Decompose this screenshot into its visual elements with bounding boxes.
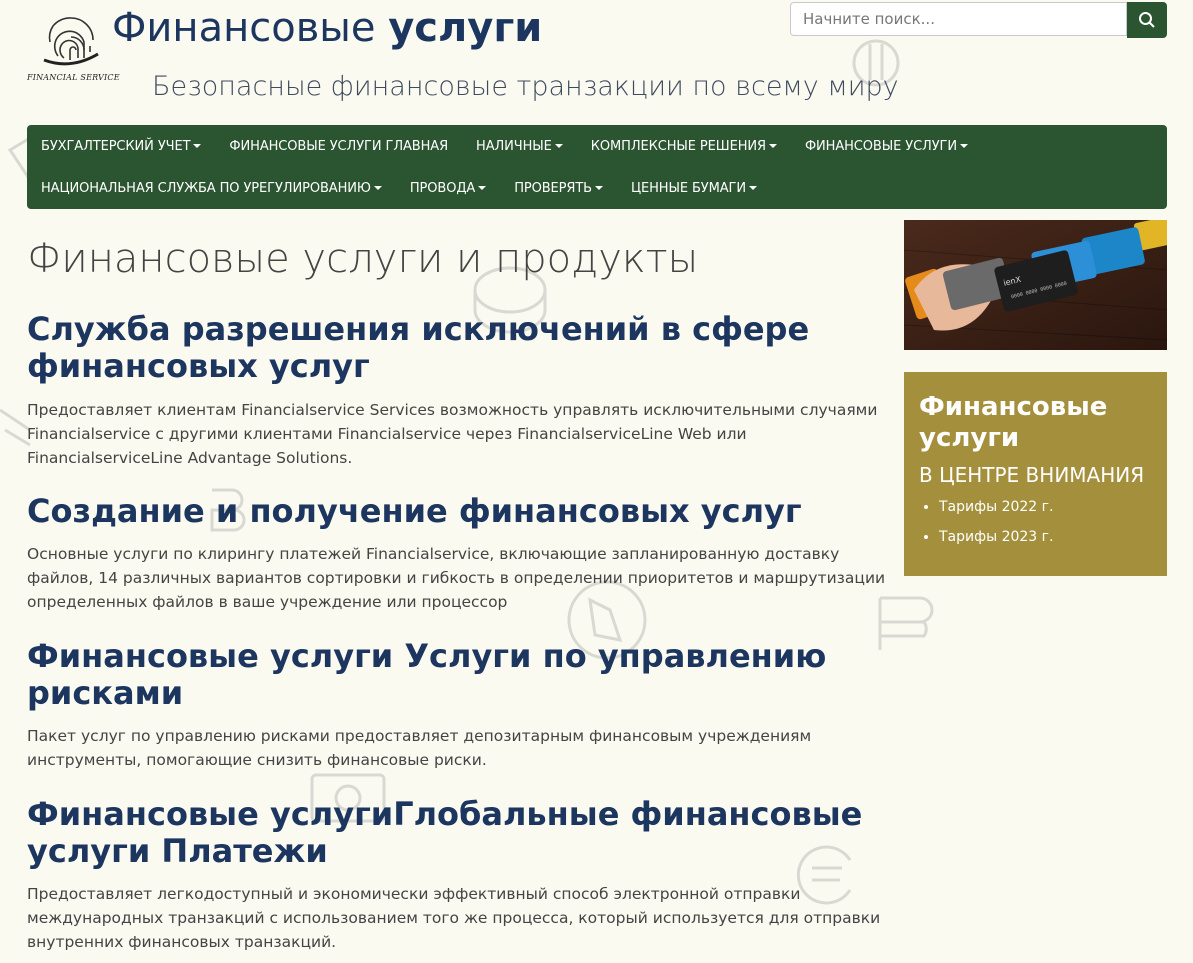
spotlight-link-2023[interactable]: Тарифы 2023 г. [939,526,1053,556]
search-button[interactable] [1127,2,1167,38]
section-heading[interactable]: Служба разрешения исключений в сфере фин… [27,311,887,385]
spotlight-link-2022[interactable]: Тарифы 2022 г. [939,496,1053,526]
promo-image: ienX 0000 0000 0000 0000 [904,220,1167,350]
bitcoin-icon [878,596,934,650]
search-input[interactable] [790,2,1127,36]
caret-down-icon [960,144,968,148]
section-text: Основные услуги по клирингу платежей Fin… [27,545,886,611]
section-text: Пакет услуг по управлению рисками предос… [27,727,812,769]
spotlight-title: Финансовые услуги [919,392,1108,453]
site-title-regular: Финансовые [112,5,376,51]
nav-item-wires[interactable]: ПРОВОДА [396,167,500,209]
nav-item-check[interactable]: ПРОВЕРЯТЬ [500,167,617,209]
nav-item-financial-services[interactable]: ФИНАНСОВЫЕ УСЛУГИ [791,125,982,167]
spotlight-box: Финансовые услуги В ЦЕНТРЕ ВНИМАНИЯ Тари… [904,372,1167,576]
spotlight-subtitle: В ЦЕНТРЕ ВНИМАНИЯ [919,463,1145,487]
hand-holding-cards-image: ienX 0000 0000 0000 0000 [904,220,1167,350]
caret-down-icon [768,144,777,148]
site-title-bold: услуги [388,5,543,51]
caret-down-icon [554,144,563,148]
nav-item-complex-solutions[interactable]: КОМПЛЕКСНЫЕ РЕШЕНИЯ [577,125,791,167]
nav-item-cash[interactable]: НАЛИЧНЫЕ [462,125,577,167]
caret-down-icon [478,186,487,190]
section-text: Предоставляет легкодоступный и экономиче… [27,885,881,951]
section-heading[interactable]: Создание и получение финансовых услуг [27,493,887,530]
nav-item-accounting[interactable]: БУХГАЛТЕРСКИЙ УЧЕТ [27,125,215,167]
site-tagline: Безопасные финансовые транзакции по всем… [152,71,899,102]
caret-down-icon [595,186,603,190]
caret-down-icon [193,144,202,148]
page-title: Финансовые услуги и продукты [27,236,699,282]
search-form [790,2,1167,38]
search-icon [1139,12,1155,28]
site-title[interactable]: Финансовые услуги [112,5,542,51]
nav-item-financial-services-home[interactable]: ФИНАНСОВЫЕ УСЛУГИ ГЛАВНАЯ [215,125,462,167]
section-heading[interactable]: Финансовые услугиГлобальные финансовые у… [27,796,887,870]
main-navigation: БУХГАЛТЕРСКИЙ УЧЕТ ФИНАНСОВЫЕ УСЛУГИ ГЛА… [27,125,1167,209]
spotlight-links: Тарифы 2022 г. Тарифы 2023 г. [919,496,1053,556]
nav-item-national-settlement[interactable]: НАЦИОНАЛЬНАЯ СЛУЖБА ПО УРЕГУЛИРОВАНИЮ [27,167,396,209]
caret-down-icon [748,186,757,190]
nav-item-securities[interactable]: ЦЕННЫЕ БУМАГИ [617,167,771,209]
fingerprint-logo-icon [43,17,99,66]
logo-caption: FINANCIAL SERVICE [27,73,120,82]
section-heading[interactable]: Финансовые услуги Услуги по управлению р… [27,638,887,712]
caret-down-icon [373,186,382,190]
section-text: Предоставляет клиентам Financialservice … [27,401,878,467]
